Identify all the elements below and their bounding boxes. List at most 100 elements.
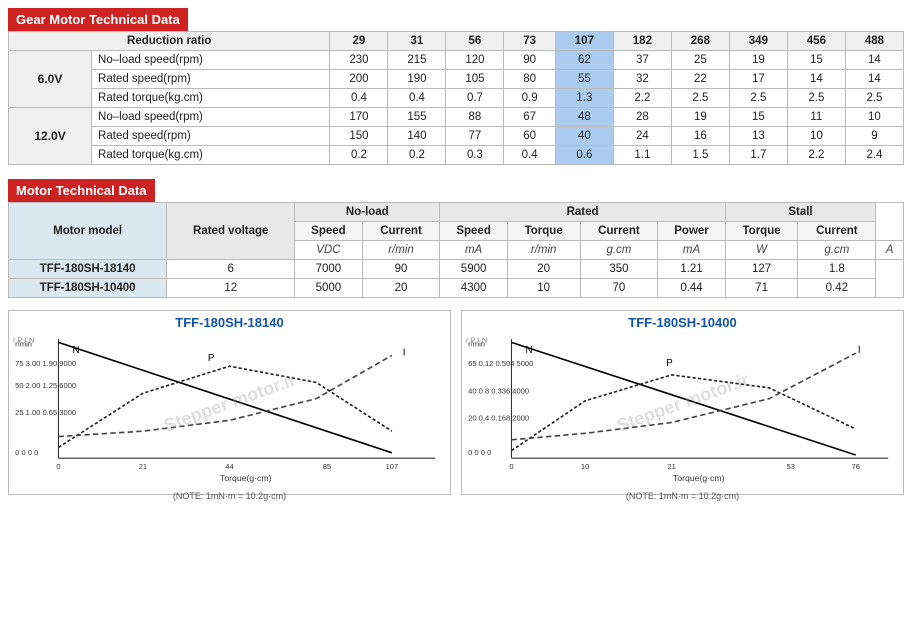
data-cell: 2.2 <box>787 146 845 165</box>
motor-model-header: Motor model <box>9 203 167 260</box>
data-cell: 5900 <box>440 260 507 279</box>
unit-cell-4: g.cm <box>580 241 658 260</box>
model-name-cell: TFF-180SH-18140 <box>9 260 167 279</box>
sub-header-7: Current <box>798 222 876 241</box>
data-cell: 155 <box>388 108 446 127</box>
data-cell: 90 <box>504 51 555 70</box>
svg-text:85: 85 <box>323 462 331 471</box>
data-cell: 2.4 <box>845 146 903 165</box>
data-cell: 14 <box>845 70 903 89</box>
data-cell: 0.42 <box>798 279 876 298</box>
sub-header-4: Current <box>580 222 658 241</box>
data-cell: 1.21 <box>658 260 725 279</box>
data-cell: 1.8 <box>798 260 876 279</box>
ratio-value: 488 <box>845 32 903 51</box>
chart1-note: (NOTE: 1mN·m = 10.2g·cm) <box>13 491 446 501</box>
data-cell: 24 <box>613 127 671 146</box>
data-cell: 55 <box>555 70 613 89</box>
svg-text:Torque(g·cm): Torque(g·cm) <box>220 473 272 483</box>
data-cell: 9 <box>845 127 903 146</box>
data-cell: 120 <box>446 51 504 70</box>
row-label: Rated speed(rpm) <box>92 70 330 89</box>
svg-text:44: 44 <box>225 462 233 471</box>
data-cell: 14 <box>787 70 845 89</box>
row-label: No–load speed(rpm) <box>92 51 330 70</box>
svg-text:50 2.00 1.25 6000: 50 2.00 1.25 6000 <box>15 381 76 390</box>
ratio-value: 56 <box>446 32 504 51</box>
data-cell: 2.5 <box>729 89 787 108</box>
data-cell: 10 <box>845 108 903 127</box>
data-cell: 80 <box>504 70 555 89</box>
motor-table: Motor modelRated voltageNo-loadRatedStal… <box>8 202 904 298</box>
svg-text:75 3.00 1.90 9000: 75 3.00 1.90 9000 <box>15 359 76 368</box>
sub-header-6: Torque <box>725 222 798 241</box>
ratio-value: 31 <box>388 32 446 51</box>
unit-cell-0: VDC <box>295 241 362 260</box>
data-cell: 62 <box>555 51 613 70</box>
data-cell: 215 <box>388 51 446 70</box>
ratio-value: 182 <box>613 32 671 51</box>
data-cell: 127 <box>725 260 798 279</box>
data-cell: 0.6 <box>555 146 613 165</box>
data-cell: 1.5 <box>671 146 729 165</box>
unit-cell-7: g.cm <box>798 241 876 260</box>
data-cell: 90 <box>362 260 440 279</box>
data-cell: 0.4 <box>330 89 388 108</box>
svg-text:P: P <box>208 353 215 364</box>
data-cell: 150 <box>330 127 388 146</box>
data-cell: 7000 <box>295 260 362 279</box>
svg-text:20 0.4 0.168 2000: 20 0.4 0.168 2000 <box>468 413 529 422</box>
gear-table: Reduction ratio2931567310718226834945648… <box>8 31 904 165</box>
data-cell: 60 <box>504 127 555 146</box>
svg-text:0: 0 <box>56 462 60 471</box>
svg-text:0 0 0 0: 0 0 0 0 <box>15 448 38 457</box>
data-cell: 16 <box>671 127 729 146</box>
data-cell: 2.2 <box>613 89 671 108</box>
data-cell: 2.5 <box>671 89 729 108</box>
svg-text:76: 76 <box>851 462 859 471</box>
svg-text:N: N <box>73 345 80 356</box>
data-cell: 13 <box>729 127 787 146</box>
chart2-svg: r/min 65 0.12 0.504 5000 40 0.8 0.336 40… <box>466 332 899 487</box>
data-cell: 25 <box>671 51 729 70</box>
data-cell: 10 <box>507 279 580 298</box>
unit-cell-1: r/min <box>362 241 440 260</box>
row-label: Rated speed(rpm) <box>92 127 330 146</box>
svg-text:65 0.12 0.504 5000: 65 0.12 0.504 5000 <box>468 359 533 368</box>
data-cell: 70 <box>580 279 658 298</box>
data-cell: 140 <box>388 127 446 146</box>
ratio-label: Reduction ratio <box>9 32 330 51</box>
svg-text:N: N <box>526 345 533 356</box>
no-load-header: No-load <box>295 203 440 222</box>
data-cell: 32 <box>613 70 671 89</box>
chart1-svg: r/min 75 3.00 1.90 9000 50 2.00 1.25 600… <box>13 332 446 487</box>
voltage-label: 6.0V <box>9 51 92 108</box>
data-cell: 0.4 <box>504 146 555 165</box>
data-cell: 15 <box>787 51 845 70</box>
data-cell: 0.7 <box>446 89 504 108</box>
data-cell: 190 <box>388 70 446 89</box>
chart2-title: TFF-180SH-10400 <box>466 315 899 330</box>
data-cell: 2.5 <box>845 89 903 108</box>
data-cell: 350 <box>580 260 658 279</box>
data-cell: 67 <box>504 108 555 127</box>
svg-text:Torque(g·cm): Torque(g·cm) <box>673 473 725 483</box>
data-cell: 0.2 <box>330 146 388 165</box>
data-cell: 71 <box>725 279 798 298</box>
data-cell: 1.1 <box>613 146 671 165</box>
data-cell: 0.9 <box>504 89 555 108</box>
data-cell: 40 <box>555 127 613 146</box>
ratio-value: 268 <box>671 32 729 51</box>
data-cell: 19 <box>729 51 787 70</box>
data-cell: 230 <box>330 51 388 70</box>
chart2-note: (NOTE: 1mN·m = 10.2g·cm) <box>466 491 899 501</box>
svg-text:0: 0 <box>509 462 513 471</box>
data-cell: 6 <box>167 260 295 279</box>
data-cell: 0.3 <box>446 146 504 165</box>
motor-section-title: Motor Technical Data <box>8 179 155 202</box>
unit-cell-2: mA <box>440 241 507 260</box>
row-label: Rated torque(kg.cm) <box>92 146 330 165</box>
svg-text:21: 21 <box>667 462 675 471</box>
sub-header-5: Power <box>658 222 725 241</box>
stall-header: Stall <box>725 203 876 222</box>
